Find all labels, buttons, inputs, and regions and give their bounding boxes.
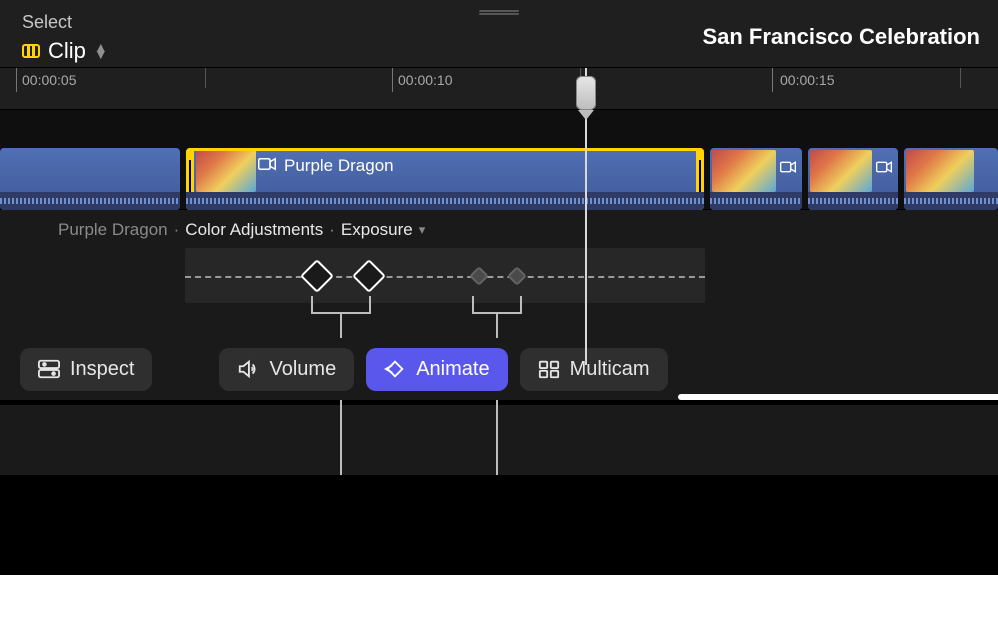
select-mode-label: Select	[22, 12, 72, 33]
keyframe-breadcrumb[interactable]: Purple Dragon · Color Adjustments · Expo…	[58, 220, 425, 240]
ruler-tick-label: 00:00:15	[780, 72, 835, 88]
clip-next-2[interactable]	[808, 148, 898, 210]
clip-title-text: Purple Dragon	[284, 156, 394, 176]
zoom-slider-rail[interactable]	[678, 394, 998, 400]
playhead-knob[interactable]	[576, 76, 596, 110]
clip-icon	[22, 44, 40, 58]
ruler-tick-label: 00:00:10	[398, 72, 453, 88]
timeline-header: Select Clip ▲▼ San Francisco Celebration	[0, 0, 998, 68]
keyframe-marker-inactive[interactable]	[507, 266, 527, 286]
clip-title: Purple Dragon	[258, 156, 394, 176]
volume-label: Volume	[269, 358, 336, 381]
ruler-tick-label: 00:00:05	[22, 72, 77, 88]
video-icon	[876, 160, 892, 178]
video-icon	[258, 156, 276, 176]
keyframe-marker-inactive[interactable]	[469, 266, 489, 286]
edit-mode-label: Clip	[48, 38, 86, 64]
inspector-toolbar: Inspect Volume Animate Multicam	[0, 338, 998, 400]
volume-button[interactable]: Volume	[219, 348, 354, 391]
clip-next-1[interactable]	[710, 148, 802, 210]
time-ruler[interactable]: 00:00:05 00:00:10 00:00:15	[0, 68, 998, 110]
video-track[interactable]: Purple Dragon	[0, 110, 998, 210]
edit-mode-selector[interactable]: Clip ▲▼	[22, 38, 108, 64]
clip-selected[interactable]: Purple Dragon	[186, 148, 704, 210]
playhead[interactable]	[585, 68, 587, 365]
annotation-bracket	[311, 296, 371, 314]
inspect-button[interactable]: Inspect	[20, 348, 152, 391]
animate-label: Animate	[416, 358, 489, 381]
drag-handle-icon[interactable]	[479, 10, 519, 12]
updown-icon: ▲▼	[94, 44, 108, 58]
project-title: San Francisco Celebration	[702, 24, 980, 50]
keyframe-strip[interactable]	[185, 248, 705, 303]
chevron-down-icon: ▾	[419, 222, 426, 238]
keyframe-marker[interactable]	[300, 259, 334, 293]
inspect-label: Inspect	[70, 358, 134, 381]
multicam-button[interactable]: Multicam	[520, 348, 668, 391]
breadcrumb-parameter: Exposure	[341, 220, 413, 240]
clip-prev[interactable]	[0, 148, 180, 210]
animate-button[interactable]: Animate	[366, 348, 507, 391]
clip-next-3[interactable]	[904, 148, 998, 210]
multicam-label: Multicam	[570, 358, 650, 381]
video-editor-timeline: Select Clip ▲▼ San Francisco Celebration…	[0, 0, 998, 475]
keyframe-marker[interactable]	[352, 259, 386, 293]
video-icon	[780, 160, 796, 178]
breadcrumb-clip: Purple Dragon	[58, 220, 168, 240]
annotation-bracket	[472, 296, 522, 314]
keyframe-editor[interactable]: Purple Dragon · Color Adjustments · Expo…	[0, 210, 998, 338]
breadcrumb-category: Color Adjustments	[185, 220, 323, 240]
